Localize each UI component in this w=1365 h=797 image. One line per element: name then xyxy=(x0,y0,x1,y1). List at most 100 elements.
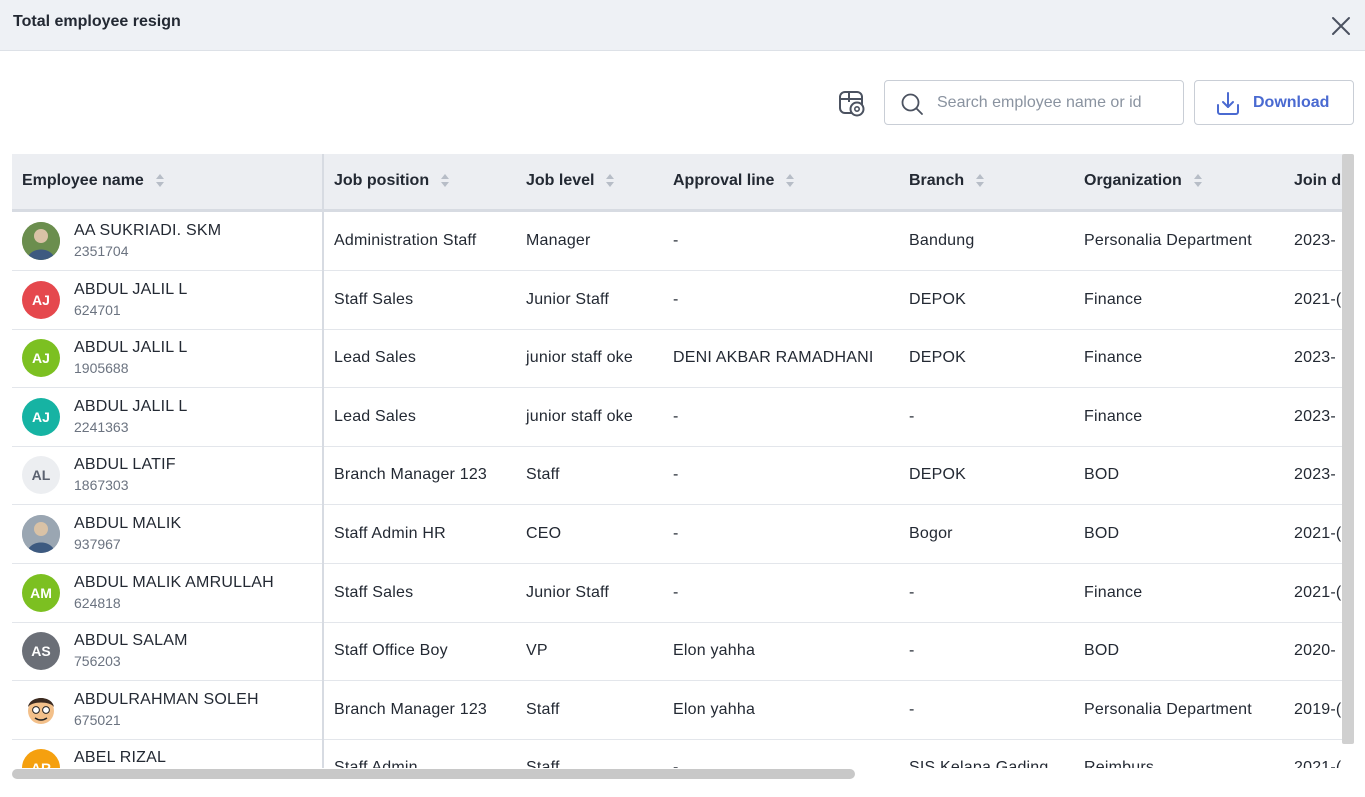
cell-job-position: Staff Office Boy xyxy=(334,642,448,660)
download-button[interactable]: Download xyxy=(1194,80,1354,125)
cell-job-level: junior staff oke xyxy=(526,407,633,425)
cell-approval-line: - xyxy=(673,759,679,768)
avatar: AS xyxy=(22,632,60,671)
column-header-branch[interactable]: Branch xyxy=(909,172,985,190)
cell-approval-line: - xyxy=(673,583,679,601)
cell-organization: Finance xyxy=(1084,290,1143,308)
cell-join-date: 2021-( xyxy=(1294,759,1342,768)
search-input[interactable] xyxy=(937,91,1172,115)
column-header-job-position[interactable]: Job position xyxy=(334,172,450,190)
employee-name[interactable]: ABDUL LATIF xyxy=(74,456,176,474)
employee-name[interactable]: AA SUKRIADI. SKM xyxy=(74,222,221,240)
horizontal-scrollbar[interactable] xyxy=(12,769,855,779)
dialog-header: Total employee resign xyxy=(0,0,1365,51)
cell-job-position: Lead Sales xyxy=(334,407,417,425)
cell-branch: Bogor xyxy=(909,525,953,542)
table-row[interactable]: AR ABEL RIZAL Staff Admin Staff - SIS Kelapa … xyxy=(12,739,1343,768)
cell-organization: Personalia Department xyxy=(1084,232,1252,249)
search-box[interactable] xyxy=(884,80,1184,125)
employee-name[interactable]: ABEL RIZAL xyxy=(74,749,166,767)
table-row[interactable]: AJ ABDUL JALIL L 1905688 Lead Sales junior s… xyxy=(12,329,1343,389)
cell-job-position: Branch Manager 123 xyxy=(334,466,488,484)
cell-branch: SIS Kelapa Gading xyxy=(909,759,1049,768)
cell-approval-line: - xyxy=(673,525,679,542)
avatar: AJ xyxy=(22,280,60,319)
employee-name[interactable]: ABDUL MALIK AMRULLAH xyxy=(74,574,274,592)
table-row[interactable]: AM ABDUL MALIK AMRULLAH 624818 Staff Sales J… xyxy=(12,564,1343,623)
cell-job-position: Staff Admin HR xyxy=(334,525,446,542)
cell-organization: BOD xyxy=(1084,525,1120,542)
cell-approval-line: - xyxy=(673,466,679,484)
cell-job-level: Staff xyxy=(526,700,560,718)
avatar: AM xyxy=(22,573,60,612)
dialog-title: Total employee resign xyxy=(13,13,181,30)
sort-icon[interactable] xyxy=(155,174,164,188)
cell-organization: Reimburs xyxy=(1084,759,1155,768)
employee-name[interactable]: ABDULRAHMAN SOLEH xyxy=(74,691,259,709)
employee-name[interactable]: ABDUL MALIK xyxy=(74,515,181,533)
download-icon xyxy=(1217,92,1239,115)
sort-icon[interactable] xyxy=(441,174,450,188)
cell-branch: - xyxy=(909,700,915,718)
cell-job-level: Staff xyxy=(526,466,560,484)
employee-name[interactable]: ABDUL JALIL L xyxy=(74,281,187,299)
column-header-join-date[interactable]: Join d xyxy=(1294,172,1341,190)
cell-job-position: Staff Sales xyxy=(334,583,414,601)
avatar: AL xyxy=(22,456,60,495)
cell-join-date: 2021-( xyxy=(1294,525,1342,542)
employee-name[interactable]: ABDUL JALIL L xyxy=(74,339,187,357)
employee-id: 675021 xyxy=(74,711,121,728)
table-row[interactable]: AJ ABDUL JALIL L 2241363 Lead Sales junior s… xyxy=(12,388,1343,447)
table-row[interactable]: AJ ABDUL JALIL L 624701 Staff Sales Junior S… xyxy=(12,271,1343,330)
close-icon[interactable] xyxy=(1328,13,1354,39)
avatar xyxy=(22,515,60,553)
sort-icon[interactable] xyxy=(606,174,615,188)
avatar: AR xyxy=(22,749,60,768)
table-row[interactable]: AL ABDUL LATIF 1867303 Branch Manager 123 St… xyxy=(12,446,1343,506)
employee-id: 624818 xyxy=(74,594,121,611)
cell-join-date: 2023- xyxy=(1294,466,1336,484)
sort-icon[interactable] xyxy=(976,174,985,188)
avatar: AJ xyxy=(22,397,60,436)
sort-icon[interactable] xyxy=(786,174,795,188)
table-row[interactable]: ABDULRAHMAN SOLEH 675021 Branch Manager 12… xyxy=(12,681,1343,740)
vertical-scrollbar[interactable] xyxy=(1342,154,1354,744)
cell-organization: Finance xyxy=(1084,407,1143,425)
cell-branch: Bandung xyxy=(909,232,975,249)
cell-approval-line: - xyxy=(673,290,679,308)
employee-name[interactable]: ABDUL JALIL L xyxy=(74,398,187,416)
column-header-job-level[interactable]: Job level xyxy=(526,172,615,190)
cell-job-level: Manager xyxy=(526,232,591,249)
cell-branch: DEPOK xyxy=(909,290,967,308)
avatar-initials: AL xyxy=(31,467,51,484)
cell-join-date: 2021-( xyxy=(1294,290,1342,308)
sort-icon[interactable] xyxy=(1193,174,1202,188)
column-header-organization[interactable]: Organization xyxy=(1084,172,1202,190)
cell-join-date: 2023- xyxy=(1294,232,1336,249)
column-header-approval-line[interactable]: Approval line xyxy=(673,172,795,190)
avatar-initials: AS xyxy=(31,643,51,660)
cell-job-level: Staff xyxy=(526,759,560,768)
table-settings-icon[interactable] xyxy=(834,86,870,120)
cell-job-level: Junior Staff xyxy=(526,583,610,601)
table-row[interactable]: ABDUL MALIK 937967 Staff Admin HR CEO - Bogor… xyxy=(12,505,1343,564)
cell-branch: - xyxy=(909,642,915,660)
cell-join-date: 2020- xyxy=(1294,642,1336,660)
avatar: AJ xyxy=(22,339,60,378)
cell-join-date: 2021-( xyxy=(1294,583,1342,601)
avatar xyxy=(22,222,60,260)
cell-organization: Finance xyxy=(1084,349,1143,367)
employee-table: Employee name Job position Job level App… xyxy=(12,154,1343,768)
column-header-employee-name[interactable]: Employee name xyxy=(22,172,164,190)
table-row[interactable]: AA SUKRIADI. SKM 2351704 Administration St… xyxy=(12,212,1343,271)
cell-job-position: Lead Sales xyxy=(334,349,417,367)
cell-job-level: junior staff oke xyxy=(526,349,633,367)
cell-organization: BOD xyxy=(1084,466,1120,484)
cell-job-position: Staff Admin xyxy=(334,759,418,768)
table-row[interactable]: AS ABDUL SALAM 756203 Staff Office Boy VP Elo… xyxy=(12,622,1343,682)
cell-approval-line: - xyxy=(673,232,679,249)
cell-approval-line: - xyxy=(673,407,679,425)
employee-id: 1867303 xyxy=(74,477,129,494)
cell-job-level: Junior Staff xyxy=(526,290,610,308)
employee-name[interactable]: ABDUL SALAM xyxy=(74,632,188,650)
